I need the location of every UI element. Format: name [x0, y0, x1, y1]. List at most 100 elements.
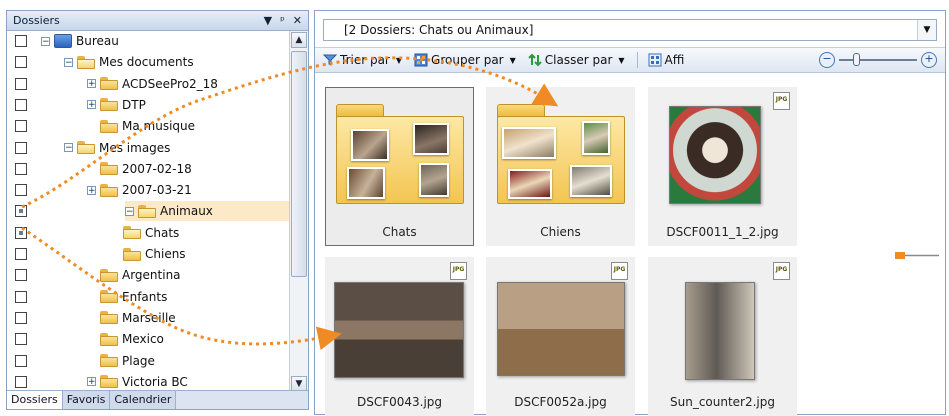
- sort-button[interactable]: Trier par ▼: [323, 53, 402, 67]
- tree-checkbox[interactable]: [15, 35, 27, 47]
- zoom-out-button[interactable]: −: [819, 52, 835, 68]
- sort-arrows-icon: [528, 53, 542, 67]
- tree-item[interactable]: +2007-03-21: [87, 180, 192, 200]
- thumbnail-label: Chiens: [540, 225, 581, 239]
- tree-item[interactable]: Plage: [87, 351, 155, 371]
- folder-icon: [100, 183, 118, 197]
- tree-item[interactable]: Ma musique: [87, 116, 195, 136]
- zoom-slider-knob[interactable]: [853, 53, 860, 66]
- tree-checkbox[interactable]: [15, 311, 27, 324]
- photo-preview: [685, 282, 755, 380]
- tree-item[interactable]: + DTP: [87, 95, 146, 115]
- tree-checkbox[interactable]: [15, 375, 27, 388]
- tree-checkbox[interactable]: [15, 77, 27, 90]
- tree-item[interactable]: − Bureau: [41, 31, 119, 51]
- order-button[interactable]: Classer par ▼: [528, 53, 625, 67]
- folder-icon: [100, 98, 118, 112]
- tree-checkbox[interactable]: [15, 248, 27, 260]
- zoom-in-button[interactable]: +: [921, 52, 937, 68]
- jpg-file-icon: JPG: [450, 262, 467, 280]
- thumbnail-dscf0052a[interactable]: JPG DSCF0052a.jpg: [486, 257, 635, 416]
- thumbnail-sun-counter2[interactable]: JPG Sun_counter2.jpg: [648, 257, 797, 416]
- tree-checkbox[interactable]: [15, 354, 27, 367]
- tree-checkbox[interactable]: [15, 184, 27, 197]
- tree-item[interactable]: Enfants: [87, 287, 167, 307]
- folder-icon: [100, 375, 118, 389]
- scroll-up-button[interactable]: ▲: [291, 32, 307, 48]
- folder-icon: [77, 55, 95, 69]
- tab-calendrier[interactable]: Calendrier: [110, 391, 177, 409]
- photo-preview: [669, 106, 761, 204]
- tree-checkbox[interactable]: [15, 56, 27, 69]
- thumbnail-dscf0043[interactable]: JPG DSCF0043.jpg: [325, 257, 474, 416]
- thumbnail-label: Sun_counter2.jpg: [669, 395, 776, 409]
- zoom-slider[interactable]: [839, 53, 917, 66]
- filter-icon: [323, 54, 337, 66]
- jpg-file-icon: JPG: [611, 262, 628, 280]
- tree-item[interactable]: Chats: [110, 223, 179, 243]
- tree-item[interactable]: + ACDSeePro2_18: [87, 74, 218, 94]
- collapse-icon[interactable]: −: [41, 36, 50, 46]
- tree-item[interactable]: − Mes documents: [64, 52, 194, 72]
- folder-tree: − Bureau − Mes documents + ACDSeePro2_18 + DTP M…: [7, 31, 289, 393]
- group-label: Grouper par: [431, 53, 504, 67]
- folder-icon: [497, 104, 625, 204]
- thumbnail-chats[interactable]: Chats: [325, 87, 474, 246]
- tab-dossiers[interactable]: Dossiers: [7, 391, 63, 409]
- path-dropdown-icon[interactable]: ▼: [917, 20, 936, 40]
- tree-item[interactable]: Chiens: [110, 244, 186, 264]
- tree-checkbox[interactable]: [15, 226, 27, 239]
- tree-item[interactable]: Marseille: [87, 308, 176, 328]
- tree-item[interactable]: Argentina: [87, 265, 181, 285]
- pin-icon[interactable]: ᵖ: [280, 14, 285, 27]
- collapse-icon[interactable]: −: [64, 57, 73, 67]
- tree-item[interactable]: 2007-02-18: [87, 159, 192, 179]
- expand-icon[interactable]: +: [87, 377, 96, 387]
- tree-item[interactable]: + Victoria BC: [87, 372, 188, 392]
- folder-icon: [100, 119, 118, 133]
- tree-item[interactable]: − Mes images: [64, 138, 170, 158]
- group-icon: [414, 53, 428, 67]
- tree-checkbox[interactable]: [15, 290, 27, 303]
- close-icon[interactable]: ✕: [293, 14, 302, 27]
- tree-checkbox[interactable]: [15, 141, 27, 154]
- thumbnail-chiens[interactable]: Chiens: [486, 87, 635, 246]
- tree-scrollbar[interactable]: ▲ ▼: [289, 31, 308, 393]
- path-bar[interactable]: [2 Dossiers: Chats ou Animaux] ▼: [323, 19, 937, 41]
- tree-item-label: Victoria BC: [122, 374, 188, 389]
- tree-item[interactable]: − Animaux: [125, 201, 289, 222]
- thumbnail-label: Chats: [382, 225, 417, 239]
- thumbnail-dscf0011[interactable]: JPG DSCF0011_1_2.jpg: [648, 87, 797, 246]
- group-button[interactable]: Grouper par ▼: [414, 53, 516, 67]
- tree-item-label: 2007-02-18: [122, 161, 192, 176]
- tree-checkbox[interactable]: [15, 162, 27, 175]
- folder-icon: [123, 226, 141, 240]
- tree-checkbox[interactable]: [15, 120, 27, 133]
- collapse-icon[interactable]: −: [64, 143, 73, 153]
- folder-icon: [123, 247, 141, 261]
- tab-favoris[interactable]: Favoris: [62, 391, 111, 409]
- view-button[interactable]: Affi: [648, 53, 684, 67]
- folder-icon: [100, 354, 118, 367]
- tree-checkbox[interactable]: [15, 205, 27, 218]
- expand-icon[interactable]: +: [87, 185, 96, 195]
- tree-item-label: Mexico: [122, 332, 164, 347]
- expand-icon[interactable]: +: [87, 100, 96, 110]
- collapse-icon[interactable]: −: [125, 206, 134, 216]
- orange-callout-marker: [895, 252, 939, 259]
- tree-checkbox[interactable]: [15, 333, 27, 346]
- tree-checkbox[interactable]: [15, 98, 27, 111]
- scroll-thumb[interactable]: [291, 51, 307, 277]
- path-text: [2 Dossiers: Chats ou Animaux]: [344, 23, 534, 37]
- tree-item[interactable]: Mexico: [87, 329, 164, 349]
- thumbnail-label: DSCF0011_1_2.jpg: [666, 225, 779, 239]
- tree-checkbox[interactable]: [15, 269, 27, 282]
- pane-menu-icon[interactable]: ▼: [264, 14, 272, 27]
- expand-icon[interactable]: +: [87, 79, 96, 89]
- thumbnail-label: DSCF0043.jpg: [356, 395, 443, 409]
- folder-icon: [100, 268, 118, 282]
